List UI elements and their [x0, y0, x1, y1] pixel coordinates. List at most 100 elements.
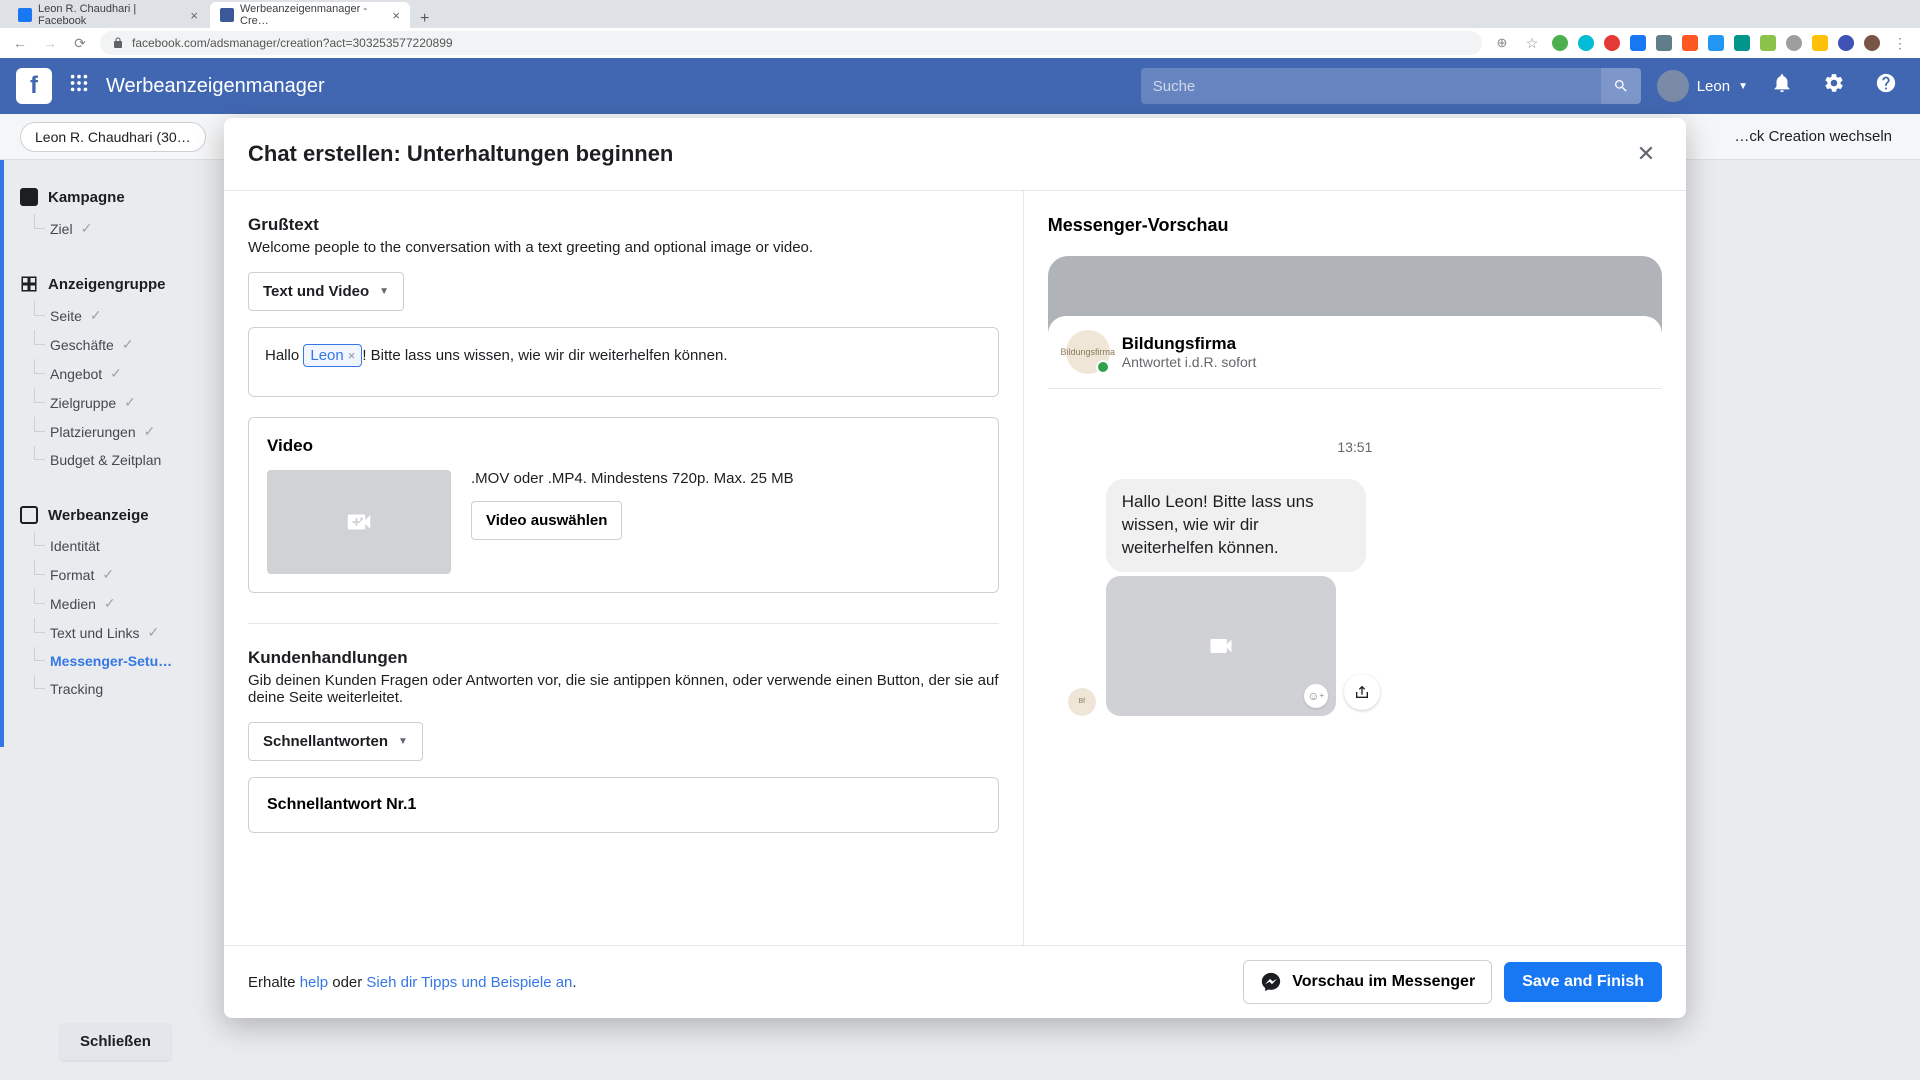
nav-item[interactable]: Identität [14, 532, 250, 560]
ext-icon[interactable] [1838, 35, 1854, 51]
nav-item[interactable]: Zielgruppe✓ [14, 388, 250, 417]
search-button[interactable] [1601, 68, 1641, 104]
video-card: Video .MOV oder .MP4. Mindestens 720p. M… [248, 417, 999, 593]
small-avatar: Bf [1068, 688, 1096, 716]
tab-title: Leon R. Chaudhari | Facebook [38, 3, 184, 27]
quick-reply-card: Schnellantwort Nr.1 [248, 777, 999, 833]
star-icon[interactable]: ☆ [1522, 35, 1542, 52]
settings-icon[interactable] [1816, 72, 1852, 100]
add-video-icon [344, 507, 374, 537]
profile-avatar-icon[interactable] [1864, 35, 1880, 51]
nav-item[interactable]: Medien✓ [14, 589, 250, 618]
actions-type-dropdown[interactable]: Schnellantworten ▼ [248, 722, 423, 761]
video-title: Video [267, 436, 980, 456]
ext-icon[interactable] [1656, 35, 1672, 51]
greeting-type-dropdown[interactable]: Text und Video ▼ [248, 272, 404, 311]
modal-right-column: Messenger-Vorschau Bildungsfirma Bildung… [1024, 191, 1686, 945]
close-icon[interactable]: ✕ [1630, 138, 1662, 170]
apps-grid-icon[interactable] [68, 72, 90, 100]
nav-campaign-head[interactable]: Kampagne [14, 180, 250, 214]
help-icon[interactable] [1868, 72, 1904, 100]
extension-icons: ⊕ ☆ ⋮ [1492, 35, 1910, 52]
user-name: Leon [1697, 78, 1730, 95]
user-menu[interactable]: Leon ▼ [1657, 70, 1748, 102]
menu-icon[interactable]: ⋮ [1890, 35, 1910, 52]
tab-title: Werbeanzeigenmanager - Cre… [240, 3, 386, 27]
close-button[interactable]: Schließen [60, 1023, 171, 1060]
ext-icon[interactable] [1708, 35, 1724, 51]
ext-icon[interactable] [1682, 35, 1698, 51]
greeting-title: Grußtext [248, 215, 999, 235]
nav-item[interactable]: Geschäfte✓ [14, 330, 250, 359]
nav-item[interactable]: Seite✓ [14, 301, 250, 330]
facebook-logo-icon[interactable]: f [16, 68, 52, 104]
tips-link[interactable]: Sieh dir Tipps und Beispiele an [366, 974, 572, 991]
switch-creation-button[interactable]: …ck Creation wechseln [1726, 120, 1900, 153]
check-icon: ✓ [124, 394, 136, 411]
search-input[interactable] [1141, 78, 1601, 95]
nav-item[interactable]: Format✓ [14, 560, 250, 589]
select-video-button[interactable]: Video auswählen [471, 501, 622, 540]
browser-chrome: Leon R. Chaudhari | Facebook × Werbeanze… [0, 0, 1920, 58]
forward-icon[interactable]: → [40, 35, 60, 51]
check-icon: ✓ [81, 220, 93, 237]
url-input[interactable]: facebook.com/adsmanager/creation?act=303… [100, 31, 1482, 55]
phone-preview-frame: Bildungsfirma Bildungsfirma Antwortet i.… [1048, 256, 1662, 921]
greeting-text-input[interactable]: Hallo Leon×! Bitte lass uns wissen, wie … [248, 327, 999, 397]
ext-icon[interactable] [1604, 35, 1620, 51]
nav-item[interactable]: Text und Links✓ [14, 618, 250, 647]
ext-icon[interactable] [1786, 35, 1802, 51]
greeting-desc: Welcome people to the conversation with … [248, 239, 999, 256]
online-indicator-icon [1096, 360, 1110, 374]
share-icon[interactable] [1344, 674, 1380, 710]
avatar [1657, 70, 1689, 102]
ext-icon[interactable] [1630, 35, 1646, 51]
search-icon [1613, 78, 1629, 94]
nav-item-messenger-setup[interactable]: Messenger-Setu… [14, 647, 250, 675]
remove-chip-icon[interactable]: × [348, 348, 356, 363]
chat-timestamp: 13:51 [1068, 439, 1642, 455]
nav-item[interactable]: Budget & Zeitplan [14, 446, 250, 474]
video-message-placeholder: ☺+ [1106, 576, 1336, 716]
chat-sheet: Bildungsfirma Bildungsfirma Antwortet i.… [1048, 316, 1662, 921]
close-icon[interactable]: × [190, 8, 198, 23]
nav-item[interactable]: Tracking [14, 675, 250, 703]
divider [248, 623, 999, 624]
facebook-favicon-icon [18, 8, 32, 22]
back-icon[interactable]: ← [10, 35, 30, 51]
save-and-finish-button[interactable]: Save and Finish [1504, 962, 1662, 1002]
notifications-icon[interactable] [1764, 72, 1800, 100]
modal-title: Chat erstellen: Unterhaltungen beginnen [248, 141, 673, 167]
tab-bar: Leon R. Chaudhari | Facebook × Werbeanze… [0, 0, 1920, 28]
ext-icon[interactable] [1552, 35, 1568, 51]
video-placeholder[interactable] [267, 470, 451, 574]
reload-icon[interactable]: ⟳ [70, 35, 90, 52]
nav-adset-head[interactable]: Anzeigengruppe [14, 267, 250, 301]
ext-icon[interactable] [1812, 35, 1828, 51]
nav-item[interactable]: Platzierungen✓ [14, 417, 250, 446]
modal-header: Chat erstellen: Unterhaltungen beginnen … [224, 118, 1686, 191]
close-icon[interactable]: × [392, 8, 400, 23]
account-pill[interactable]: Leon R. Chaudhari (30… [20, 122, 206, 152]
new-tab-button[interactable]: + [412, 10, 437, 28]
nav-item-ziel[interactable]: Ziel✓ [14, 214, 250, 243]
nav-ad-head[interactable]: Werbeanzeige [14, 498, 250, 532]
browser-tab[interactable]: Werbeanzeigenmanager - Cre… × [210, 2, 410, 28]
emoji-add-icon[interactable]: ☺+ [1304, 684, 1328, 708]
preview-in-messenger-button[interactable]: Vorschau im Messenger [1243, 960, 1492, 1004]
ext-icon[interactable] [1760, 35, 1776, 51]
ext-icon[interactable] [1734, 35, 1750, 51]
ext-icon[interactable] [1578, 35, 1594, 51]
name-variable-chip[interactable]: Leon× [303, 344, 362, 367]
footer-text: Erhalte help oder Sieh dir Tipps und Bei… [248, 974, 577, 991]
video-spec: .MOV oder .MP4. Mindestens 720p. Max. 25… [471, 470, 980, 487]
message-row: Bf Hallo Leon! Bitte lass uns wissen, wi… [1068, 479, 1642, 716]
zoom-icon[interactable]: ⊕ [1492, 35, 1512, 51]
nav-item[interactable]: Angebot✓ [14, 359, 250, 388]
ad-icon [20, 506, 38, 524]
browser-tab[interactable]: Leon R. Chaudhari | Facebook × [8, 2, 208, 28]
check-icon: ✓ [104, 595, 116, 612]
adsmanager-favicon-icon [220, 8, 234, 22]
url-text: facebook.com/adsmanager/creation?act=303… [132, 36, 453, 50]
help-link[interactable]: help [300, 974, 328, 991]
